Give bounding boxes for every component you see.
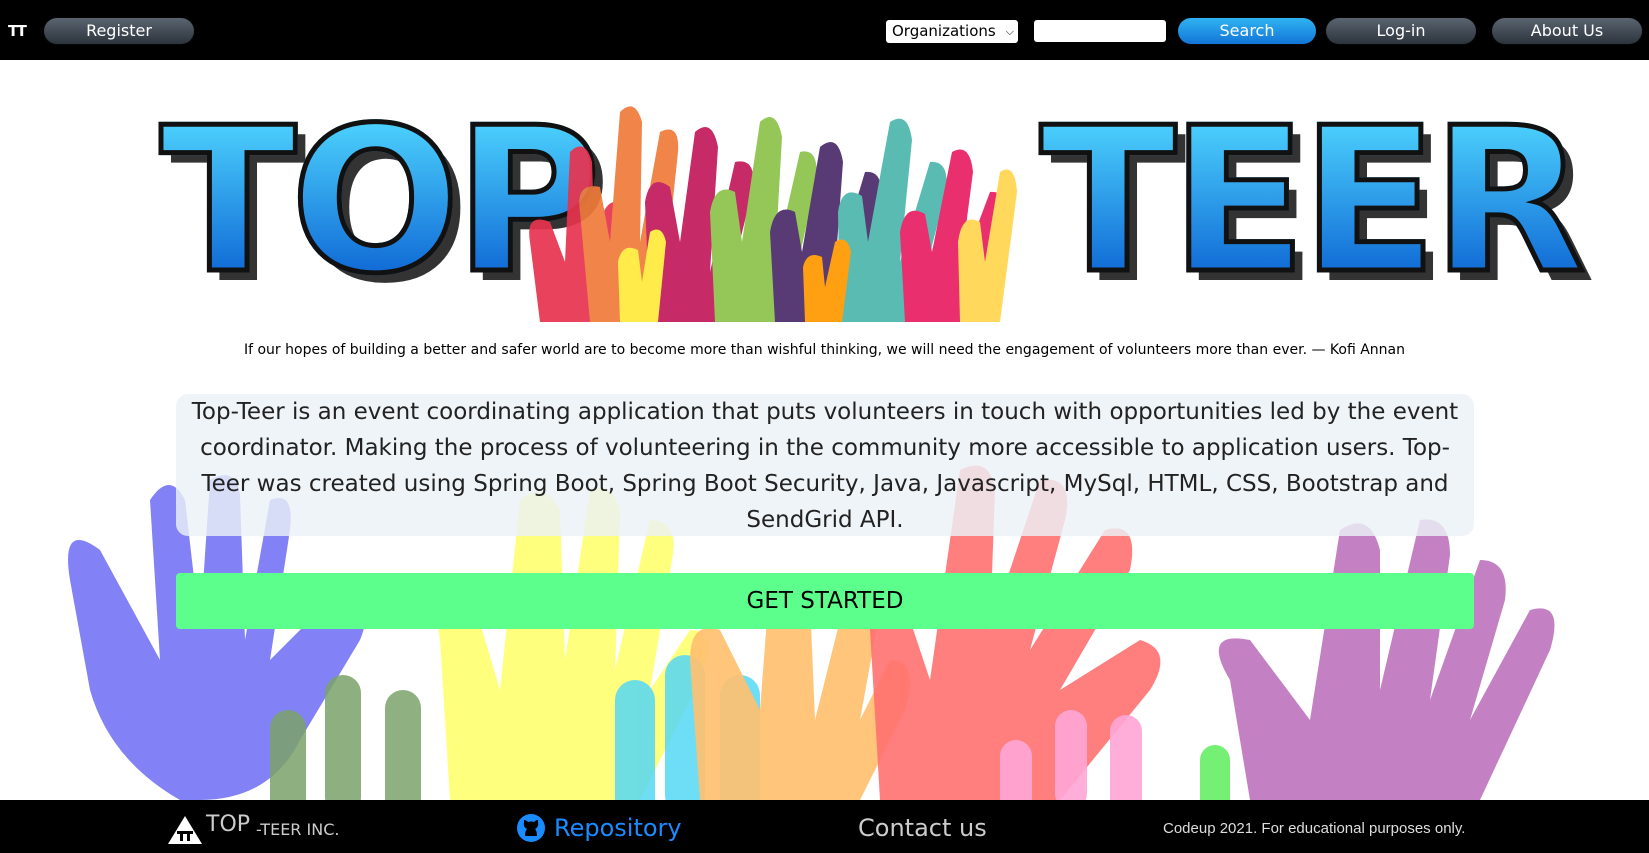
get-started-button[interactable]: GET STARTED <box>176 573 1474 629</box>
app-description: Top-Teer is an event coordinating applic… <box>176 394 1474 536</box>
logo-word-teer: TEER <box>1038 85 1589 318</box>
organizations-select[interactable]: Organizations ⌵ <box>886 20 1018 43</box>
footer-brand-top: TOP <box>206 812 251 837</box>
github-icon <box>517 814 545 842</box>
brand-logo[interactable]: TT <box>8 22 28 40</box>
about-us-button[interactable]: About Us <box>1492 18 1642 44</box>
kofi-annan-quote: If our hopes of building a better and sa… <box>243 342 1406 358</box>
footer-brand-teer: -TEER INC. <box>256 820 340 839</box>
top-navbar: TT Register Organizations ⌵ Search Log-i… <box>0 0 1649 60</box>
search-input[interactable] <box>1034 20 1166 42</box>
top-teer-logo: TOP TOP TEER TEER <box>157 89 1596 332</box>
page-footer: TOP -TEER INC. Repository Contact us Cod… <box>0 800 1649 853</box>
tt-logo-icon <box>168 816 202 844</box>
search-button[interactable]: Search <box>1178 18 1316 44</box>
organizations-select-value: Organizations <box>892 22 996 40</box>
register-button[interactable]: Register <box>44 18 194 44</box>
copyright-notice: Codeup 2021. For educational purposes on… <box>1163 820 1466 837</box>
chevron-down-icon: ⌵ <box>1005 25 1014 38</box>
repository-label: Repository <box>554 814 682 842</box>
raised-hands-icon <box>529 106 1017 322</box>
contact-us-link[interactable]: Contact us <box>858 814 987 842</box>
login-button[interactable]: Log-in <box>1326 18 1476 44</box>
